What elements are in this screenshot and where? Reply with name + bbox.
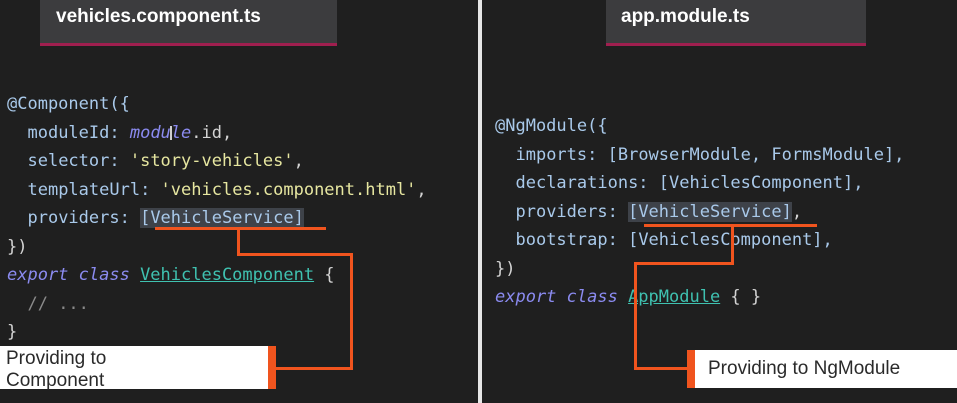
connector-line [634, 262, 734, 265]
code-keyword: export class [7, 265, 141, 285]
code-text: { [314, 265, 335, 285]
providers-highlight[interactable]: [VehicleService] [628, 201, 792, 222]
providers-highlight[interactable]: [VehicleService] [140, 208, 304, 228]
code-decorator: @NgModule({ [495, 116, 608, 136]
code-key: providers: [515, 201, 629, 222]
tab-title: app.module.ts [621, 6, 750, 27]
code-key: templateUrl: [27, 179, 161, 200]
connector-line [237, 253, 353, 256]
code-key: bootstrap: [515, 230, 629, 250]
code-key: imports: [515, 144, 608, 165]
callout-text-line1: Providing to [6, 348, 107, 369]
code-key: providers: [27, 208, 141, 228]
callout-accent-bar [268, 346, 276, 389]
callout-text: Providing to NgModule [708, 358, 901, 379]
underline-providers [155, 227, 326, 230]
code-string: 'story-vehicles' [129, 151, 294, 171]
code-text: } [7, 322, 18, 342]
code-text: .id, [191, 122, 233, 143]
code-text: { } [720, 287, 762, 307]
code-text: }) [495, 258, 516, 279]
code-decorator: @Component({ [7, 94, 130, 114]
callout-providing-to-component: Providing to Component [0, 346, 270, 391]
code-key: moduleId: [27, 122, 130, 143]
class-name-link[interactable]: AppModule [628, 287, 720, 307]
tab-app-module[interactable]: app.module.ts [606, 0, 866, 46]
callout-providing-to-ngmodule: Providing to NgModule [695, 350, 957, 388]
callout-text-line2: Component [6, 370, 105, 391]
code-key: selector: [27, 151, 130, 171]
tab-vehicles-component[interactable]: vehicles.component.ts [40, 0, 337, 46]
callout-accent-bar [687, 350, 695, 388]
code-block: @Component({ moduleId: module.id, select… [7, 90, 427, 347]
left-code-pane: vehicles.component.ts @Component({ modul… [0, 0, 478, 403]
tab-title: vehicles.component.ts [56, 6, 261, 27]
connector-line [634, 367, 690, 370]
code-keyword: export class [495, 287, 629, 307]
code-key: declarations: [515, 173, 659, 193]
code-text: , [791, 201, 803, 222]
code-keyword: modu [129, 122, 171, 143]
code-text: }) [7, 236, 28, 257]
connector-line [270, 367, 353, 370]
connector-line [237, 229, 240, 255]
code-value: [VehiclesComponent], [658, 173, 864, 193]
code-text: , [416, 179, 427, 200]
code-string: 'vehicles.component.html' [160, 179, 417, 200]
code-comment: // ... [27, 293, 89, 314]
code-block: @NgModule({ imports: [BrowserModule, For… [495, 112, 904, 312]
connector-line [634, 262, 637, 370]
code-text: , [293, 151, 304, 171]
connector-line [731, 226, 734, 264]
right-code-pane: app.module.ts @NgModule({ imports: [Brow… [482, 0, 957, 403]
connector-line [350, 253, 353, 370]
code-keyword: le [170, 122, 192, 143]
class-name-link[interactable]: VehiclesComponent [140, 265, 314, 285]
code-value: [BrowserModule, FormsModule], [607, 144, 905, 165]
